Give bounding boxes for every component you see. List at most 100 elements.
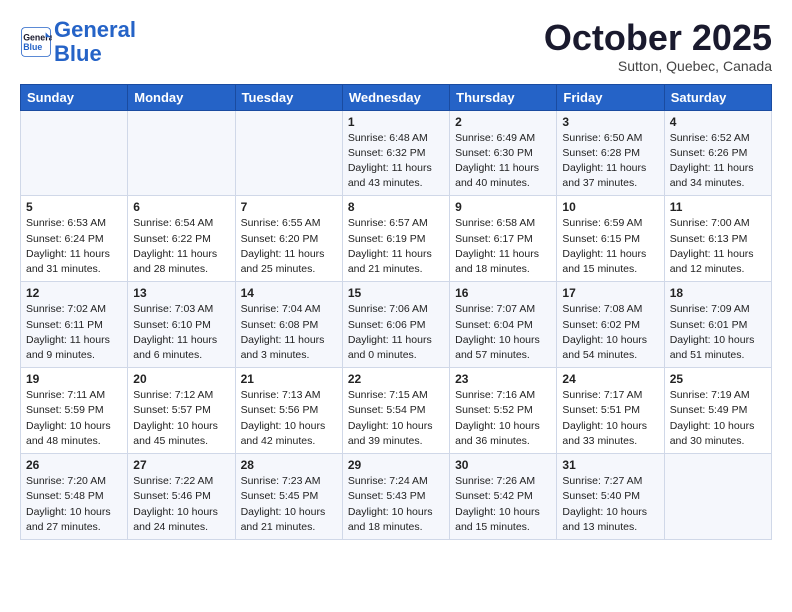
calendar-day: 31 Sunrise: 7:27 AM Sunset: 5:40 PM Dayli… xyxy=(557,454,664,540)
calendar-day: 17Sunrise: 7:08 AM Sunset: 6:02 PM Dayli… xyxy=(557,282,664,368)
calendar-day: 7Sunrise: 6:55 AM Sunset: 6:20 PM Daylig… xyxy=(235,196,342,282)
day-info: Sunrise: 7:07 AM Sunset: 6:04 PM Dayligh… xyxy=(455,302,551,363)
calendar-day: 15 Sunrise: 7:06 AM Sunset: 6:06 PM Dayli… xyxy=(342,282,449,368)
day-info: Sunrise: 7:27 AM Sunset: 5:40 PM Dayligh… xyxy=(562,474,658,535)
day-number: 5 xyxy=(26,200,122,214)
logo-line1: General xyxy=(54,17,136,42)
svg-text:General: General xyxy=(23,33,52,43)
location-subtitle: Sutton, Quebec, Canada xyxy=(544,58,772,74)
title-block: October 2025 Sutton, Quebec, Canada xyxy=(544,18,772,74)
day-info: Sunrise: 6:59 AM Sunset: 6:15 PM Dayligh… xyxy=(562,216,658,277)
page: General Blue General Blue October 2025 S… xyxy=(0,0,792,612)
day-number: 20 xyxy=(133,372,229,386)
calendar-day: 19Sunrise: 7:11 AM Sunset: 5:59 PM Dayli… xyxy=(21,368,128,454)
day-info: Sunrise: 7:24 AM Sunset: 5:43 PM Dayligh… xyxy=(348,474,444,535)
calendar-day: 14 Sunrise: 7:04 AM Sunset: 6:08 PM Dayli… xyxy=(235,282,342,368)
day-info: Sunrise: 7:22 AM Sunset: 5:46 PM Dayligh… xyxy=(133,474,229,535)
calendar-table: Sunday Monday Tuesday Wednesday Thursday… xyxy=(20,84,772,540)
calendar-body: 1 Sunrise: 6:48 AM Sunset: 6:32 PM Daylig… xyxy=(21,110,772,539)
calendar-day: 12Sunrise: 7:02 AM Sunset: 6:11 PM Dayli… xyxy=(21,282,128,368)
day-info: Sunrise: 7:00 AM Sunset: 6:13 PM Dayligh… xyxy=(670,216,766,277)
calendar-day: 30Sunrise: 7:26 AM Sunset: 5:42 PM Dayli… xyxy=(450,454,557,540)
weekday-header-row: Sunday Monday Tuesday Wednesday Thursday… xyxy=(21,84,772,110)
logo-line2: Blue xyxy=(54,41,102,66)
day-number: 1 xyxy=(348,115,444,129)
day-info: Sunrise: 7:06 AM Sunset: 6:06 PM Dayligh… xyxy=(348,302,444,363)
day-info: Sunrise: 7:08 AM Sunset: 6:02 PM Dayligh… xyxy=(562,302,658,363)
day-number: 28 xyxy=(241,458,337,472)
day-number: 9 xyxy=(455,200,551,214)
day-number: 19 xyxy=(26,372,122,386)
calendar-day: 21 Sunrise: 7:13 AM Sunset: 5:56 PM Dayli… xyxy=(235,368,342,454)
day-number: 8 xyxy=(348,200,444,214)
header-saturday: Saturday xyxy=(664,84,771,110)
day-info: Sunrise: 7:13 AM Sunset: 5:56 PM Dayligh… xyxy=(241,388,337,449)
day-number: 3 xyxy=(562,115,658,129)
header-wednesday: Wednesday xyxy=(342,84,449,110)
day-info: Sunrise: 7:03 AM Sunset: 6:10 PM Dayligh… xyxy=(133,302,229,363)
day-number: 11 xyxy=(670,200,766,214)
calendar-day: 8 Sunrise: 6:57 AM Sunset: 6:19 PM Daylig… xyxy=(342,196,449,282)
header-monday: Monday xyxy=(128,84,235,110)
calendar-day: 5 Sunrise: 6:53 AM Sunset: 6:24 PM Daylig… xyxy=(21,196,128,282)
calendar-day: 25 Sunrise: 7:19 AM Sunset: 5:49 PM Dayli… xyxy=(664,368,771,454)
day-number: 10 xyxy=(562,200,658,214)
day-info: Sunrise: 7:04 AM Sunset: 6:08 PM Dayligh… xyxy=(241,302,337,363)
day-number: 29 xyxy=(348,458,444,472)
day-number: 15 xyxy=(348,286,444,300)
calendar-day: 22 Sunrise: 7:15 AM Sunset: 5:54 PM Dayli… xyxy=(342,368,449,454)
logo: General Blue General Blue xyxy=(20,18,136,66)
day-info: Sunrise: 6:49 AM Sunset: 6:30 PM Dayligh… xyxy=(455,131,551,192)
calendar-day: 10 Sunrise: 6:59 AM Sunset: 6:15 PM Dayli… xyxy=(557,196,664,282)
header-tuesday: Tuesday xyxy=(235,84,342,110)
day-info: Sunrise: 7:12 AM Sunset: 5:57 PM Dayligh… xyxy=(133,388,229,449)
calendar-day: 24Sunrise: 7:17 AM Sunset: 5:51 PM Dayli… xyxy=(557,368,664,454)
calendar-day: 29 Sunrise: 7:24 AM Sunset: 5:43 PM Dayli… xyxy=(342,454,449,540)
calendar-day: 26Sunrise: 7:20 AM Sunset: 5:48 PM Dayli… xyxy=(21,454,128,540)
day-info: Sunrise: 7:23 AM Sunset: 5:45 PM Dayligh… xyxy=(241,474,337,535)
day-number: 31 xyxy=(562,458,658,472)
calendar-day xyxy=(128,110,235,196)
day-info: Sunrise: 6:48 AM Sunset: 6:32 PM Dayligh… xyxy=(348,131,444,192)
day-number: 25 xyxy=(670,372,766,386)
calendar-day: 28 Sunrise: 7:23 AM Sunset: 5:45 PM Dayli… xyxy=(235,454,342,540)
day-info: Sunrise: 6:54 AM Sunset: 6:22 PM Dayligh… xyxy=(133,216,229,277)
day-number: 22 xyxy=(348,372,444,386)
day-number: 27 xyxy=(133,458,229,472)
day-number: 7 xyxy=(241,200,337,214)
day-info: Sunrise: 6:53 AM Sunset: 6:24 PM Dayligh… xyxy=(26,216,122,277)
calendar-week-2: 5 Sunrise: 6:53 AM Sunset: 6:24 PM Daylig… xyxy=(21,196,772,282)
day-info: Sunrise: 7:15 AM Sunset: 5:54 PM Dayligh… xyxy=(348,388,444,449)
day-number: 16 xyxy=(455,286,551,300)
day-number: 23 xyxy=(455,372,551,386)
day-number: 2 xyxy=(455,115,551,129)
calendar-week-3: 12Sunrise: 7:02 AM Sunset: 6:11 PM Dayli… xyxy=(21,282,772,368)
calendar-day: 27 Sunrise: 7:22 AM Sunset: 5:46 PM Dayli… xyxy=(128,454,235,540)
day-info: Sunrise: 7:19 AM Sunset: 5:49 PM Dayligh… xyxy=(670,388,766,449)
header-sunday: Sunday xyxy=(21,84,128,110)
day-number: 26 xyxy=(26,458,122,472)
day-info: Sunrise: 6:57 AM Sunset: 6:19 PM Dayligh… xyxy=(348,216,444,277)
calendar-week-4: 19Sunrise: 7:11 AM Sunset: 5:59 PM Dayli… xyxy=(21,368,772,454)
header: General Blue General Blue October 2025 S… xyxy=(20,18,772,74)
calendar-day: 13 Sunrise: 7:03 AM Sunset: 6:10 PM Dayli… xyxy=(128,282,235,368)
day-info: Sunrise: 6:52 AM Sunset: 6:26 PM Dayligh… xyxy=(670,131,766,192)
day-number: 13 xyxy=(133,286,229,300)
day-info: Sunrise: 7:17 AM Sunset: 5:51 PM Dayligh… xyxy=(562,388,658,449)
calendar-day: 11 Sunrise: 7:00 AM Sunset: 6:13 PM Dayli… xyxy=(664,196,771,282)
day-number: 21 xyxy=(241,372,337,386)
calendar-day: 1 Sunrise: 6:48 AM Sunset: 6:32 PM Daylig… xyxy=(342,110,449,196)
day-info: Sunrise: 7:16 AM Sunset: 5:52 PM Dayligh… xyxy=(455,388,551,449)
calendar-day xyxy=(235,110,342,196)
calendar-day: 2 Sunrise: 6:49 AM Sunset: 6:30 PM Daylig… xyxy=(450,110,557,196)
day-info: Sunrise: 7:02 AM Sunset: 6:11 PM Dayligh… xyxy=(26,302,122,363)
day-number: 30 xyxy=(455,458,551,472)
day-info: Sunrise: 6:50 AM Sunset: 6:28 PM Dayligh… xyxy=(562,131,658,192)
calendar-week-1: 1 Sunrise: 6:48 AM Sunset: 6:32 PM Daylig… xyxy=(21,110,772,196)
calendar-day: 23 Sunrise: 7:16 AM Sunset: 5:52 PM Dayli… xyxy=(450,368,557,454)
calendar-week-5: 26Sunrise: 7:20 AM Sunset: 5:48 PM Dayli… xyxy=(21,454,772,540)
day-number: 14 xyxy=(241,286,337,300)
month-title: October 2025 xyxy=(544,18,772,58)
day-info: Sunrise: 7:09 AM Sunset: 6:01 PM Dayligh… xyxy=(670,302,766,363)
calendar-day xyxy=(21,110,128,196)
